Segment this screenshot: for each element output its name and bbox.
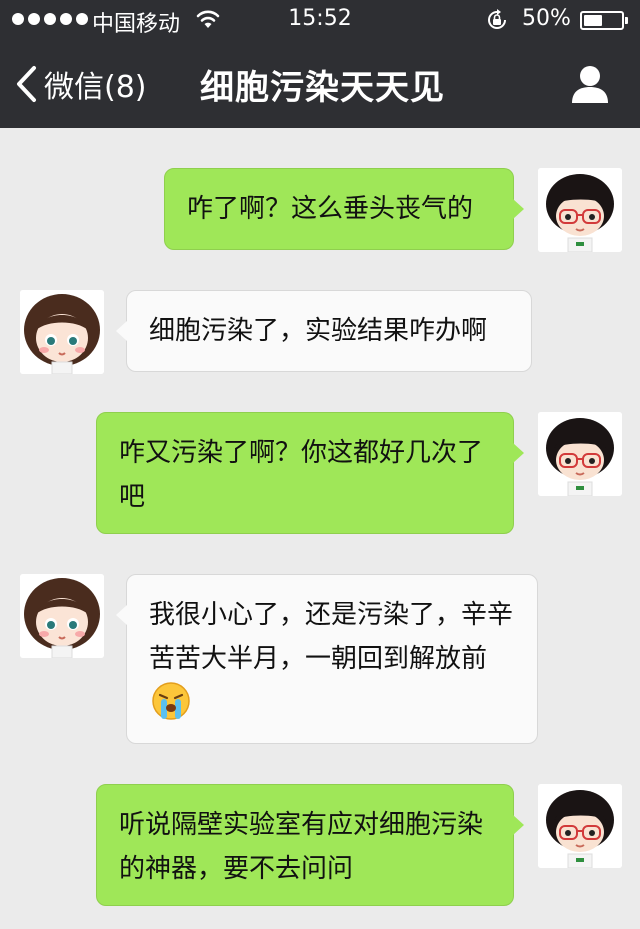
message-bubble[interactable]: 咋又污染了啊？你这都好几次了吧 xyxy=(96,412,524,534)
my-avatar[interactable] xyxy=(538,412,622,496)
message-bubble[interactable]: 听说隔壁实验室有应对细胞污染的神器，要不去问问 xyxy=(96,784,524,906)
navigation-bar: 微信(8) 细胞污染天天见 xyxy=(0,40,640,128)
rotation-lock-icon xyxy=(488,9,506,29)
my-avatar[interactable] xyxy=(538,168,622,252)
contact-avatar[interactable] xyxy=(20,290,104,374)
boy-avatar-image xyxy=(538,412,622,496)
girl-avatar-image xyxy=(20,574,104,658)
my-avatar[interactable] xyxy=(538,784,622,868)
contact-avatar[interactable] xyxy=(20,574,104,658)
status-bar: 中国移动 15:52 50% xyxy=(0,0,640,40)
person-icon[interactable] xyxy=(570,64,610,104)
boy-avatar-image xyxy=(538,168,622,252)
app-header: 中国移动 15:52 50% 微信(8) 细胞污染天天见 xyxy=(0,0,640,128)
battery-icon xyxy=(580,11,628,30)
message-bubble[interactable]: 细胞污染了，实验结果咋办啊 xyxy=(116,290,532,372)
message-text: 听说隔壁实验室有应对细胞污染的神器，要不去问问 xyxy=(119,810,484,884)
chat-title: 细胞污染天天见 xyxy=(200,68,445,108)
message-bubble[interactable]: 我很小心了，还是污染了，辛辛苦苦大半月，一朝回到解放前 xyxy=(116,574,538,744)
message-text: 细胞污染了，实验结果咋办啊 xyxy=(149,316,488,346)
back-button[interactable]: 微信(8) xyxy=(14,64,147,105)
back-label: 微信(8) xyxy=(44,70,147,105)
battery-percentage: 50% xyxy=(522,6,571,31)
message-bubble[interactable]: 咋了啊？这么垂头丧气的 xyxy=(164,168,524,250)
message-text: 咋又污染了啊？你这都好几次了吧 xyxy=(119,438,484,512)
boy-avatar-image xyxy=(538,784,622,868)
chevron-left-icon xyxy=(17,66,36,102)
crying-face-emoji xyxy=(152,682,190,720)
message-text: 咋了啊？这么垂头丧气的 xyxy=(187,194,474,224)
message-text: 我很小心了，还是污染了，辛辛苦苦大半月，一朝回到解放前 xyxy=(149,600,514,674)
girl-avatar-image xyxy=(20,290,104,374)
